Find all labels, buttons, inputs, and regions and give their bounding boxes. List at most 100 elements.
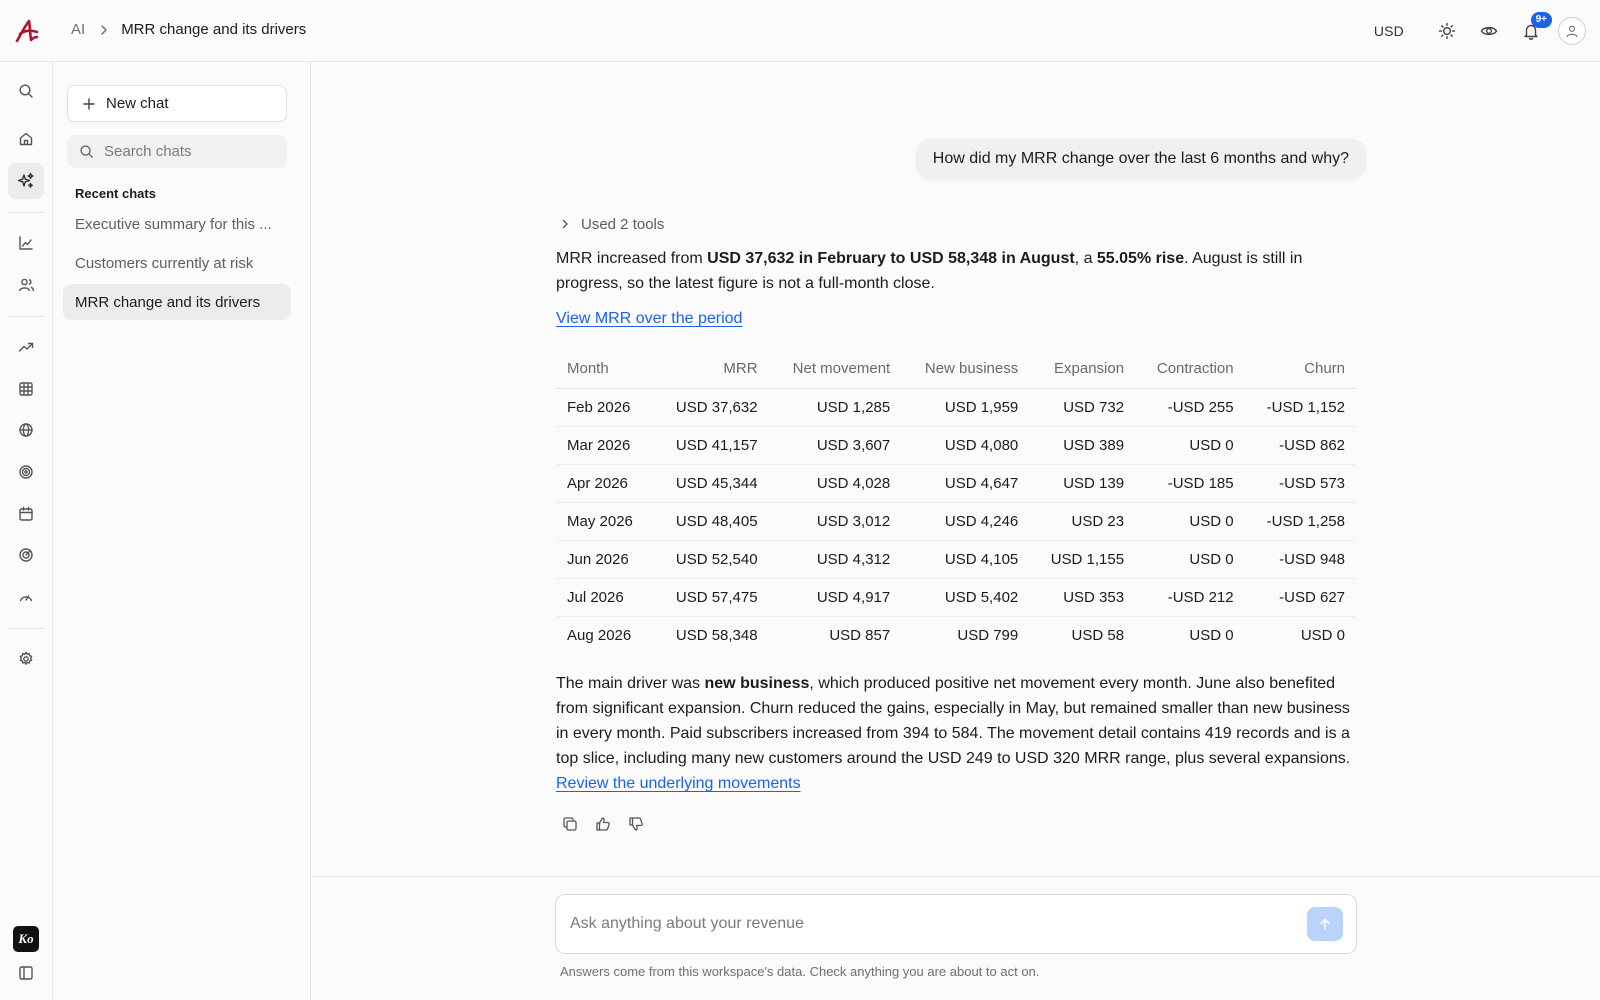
table-cell: USD 857	[829, 626, 891, 644]
search-chats[interactable]	[67, 135, 287, 168]
table-cell: -USD 1,258	[1244, 502, 1356, 541]
app-logo-icon[interactable]	[14, 18, 40, 44]
table-cell: USD 5,402	[901, 578, 1030, 617]
table-icon[interactable]	[8, 371, 44, 407]
table-cell: Jul 2026	[556, 578, 654, 617]
table-row: Aug 2026 USD 58,348 USD 857 USD 799 USD 58 US…	[556, 616, 1356, 654]
table-cell: Aug 2026	[567, 626, 632, 644]
column-header: New business	[901, 350, 1030, 389]
table-cell: USD 353	[1029, 578, 1136, 617]
summary-bold: USD 37,632 in February to USD 58,348 in …	[707, 250, 1075, 267]
search-icon[interactable]	[8, 73, 44, 109]
table-cell: USD 4,647	[901, 464, 1030, 503]
table-cell: Apr 2026	[556, 464, 654, 503]
notification-badge: 9+	[1530, 12, 1552, 28]
copy-icon[interactable]	[562, 812, 595, 836]
new-chat-button[interactable]: New chat	[67, 85, 287, 122]
view-mrr-link[interactable]: View MRR over the period	[556, 310, 742, 327]
table-cell: -USD 212	[1135, 578, 1245, 617]
bell-icon[interactable]: 9+	[1514, 12, 1552, 48]
table-cell: USD 4,312	[768, 540, 902, 579]
chevron-right-icon	[562, 219, 568, 229]
chat-sidebar: New chat Recent chats Executive summary …	[53, 62, 311, 1000]
table-cell: USD 799	[957, 626, 1019, 644]
icon-rail: Ko	[0, 62, 53, 1000]
radar-icon[interactable]	[8, 537, 44, 573]
drivers-bold: new business	[704, 675, 810, 692]
breadcrumb-root[interactable]: AI	[71, 21, 85, 38]
table-cell: USD 58,348	[675, 626, 758, 644]
plus-icon	[83, 97, 95, 110]
table-cell: Jun 2026	[556, 540, 654, 579]
column-header: MRR	[653, 350, 769, 389]
table-cell: USD 41,157	[653, 426, 769, 465]
message-input[interactable]	[570, 915, 1307, 933]
chevron-right-icon	[97, 23, 111, 37]
send-button[interactable]	[1307, 907, 1343, 941]
table-cell: Mar 2026	[556, 426, 654, 465]
column-header: Net movement	[768, 350, 902, 389]
trend-icon[interactable]	[8, 329, 44, 365]
disclaimer: Answers come from this workspace's data.…	[560, 964, 1040, 979]
gauge-icon[interactable]	[8, 579, 44, 615]
currency-selector[interactable]: USD	[1374, 23, 1404, 39]
summary-paragraph: MRR increased from USD 37,632 in Februar…	[556, 246, 1356, 296]
table-cell: -USD 1,152	[1244, 388, 1356, 427]
ai-sparkle-icon[interactable]	[8, 163, 44, 199]
new-chat-label: New chat	[106, 95, 169, 112]
table-row: Feb 2026 USD 37,632 USD 1,285 USD 1,959 USD …	[556, 388, 1356, 427]
table-cell: USD 0	[1135, 426, 1245, 465]
target-icon[interactable]	[8, 454, 44, 490]
chart-icon[interactable]	[8, 225, 44, 261]
user-message: How did my MRR change over the last 6 mo…	[915, 139, 1366, 179]
table-cell: USD 4,246	[901, 502, 1030, 541]
table-cell: USD 1,959	[901, 388, 1030, 427]
thumbs-up-icon[interactable]	[595, 812, 628, 836]
table-row: Jun 2026 USD 52,540 USD 4,312 USD 4,105 USD …	[556, 540, 1356, 579]
eye-icon[interactable]	[1472, 14, 1506, 48]
table-cell: USD 4,917	[768, 578, 902, 617]
ko-logo-icon[interactable]: Ko	[13, 926, 39, 952]
table-cell: USD 58	[1071, 626, 1125, 644]
sidebar-toggle-icon[interactable]	[8, 955, 44, 991]
summary-text: MRR increased from	[556, 250, 708, 267]
table-cell: -USD 627	[1244, 578, 1356, 617]
assistant-answer: Used 2 tools MRR increased from USD 37,6…	[556, 212, 1356, 836]
mrr-table: Month MRR Net movement New business Expansio…	[556, 350, 1356, 654]
table-cell: USD 1,155	[1029, 540, 1136, 579]
avatar[interactable]	[1558, 17, 1586, 45]
table-cell: USD 732	[1029, 388, 1136, 427]
composer-divider	[311, 876, 1600, 877]
table-cell: USD 139	[1029, 464, 1136, 503]
feedback-actions	[562, 812, 1356, 836]
review-movements-link[interactable]: Review the underlying movements	[556, 775, 801, 792]
home-icon[interactable]	[8, 121, 44, 157]
globe-icon[interactable]	[8, 412, 44, 448]
thumbs-down-icon[interactable]	[628, 812, 661, 836]
summary-text: , a	[1074, 250, 1097, 267]
users-icon[interactable]	[8, 267, 44, 303]
table-cell: -USD 948	[1244, 540, 1356, 579]
table-cell: USD 4,105	[901, 540, 1030, 579]
calendar-icon[interactable]	[8, 496, 44, 532]
table-cell: USD 4,028	[768, 464, 902, 503]
search-chats-input[interactable]	[104, 143, 274, 160]
arrow-up-icon	[1320, 918, 1330, 930]
search-icon	[80, 145, 93, 158]
table-cell: USD 0	[1135, 540, 1245, 579]
table-cell: USD 45,344	[653, 464, 769, 503]
settings-icon[interactable]	[8, 641, 44, 677]
breadcrumb-current: MRR change and its drivers	[121, 21, 307, 38]
recent-chat-item-active[interactable]: MRR change and its drivers	[63, 284, 291, 320]
top-bar: AI MRR change and its drivers USD 9+	[0, 0, 1600, 62]
recent-chat-item[interactable]: Executive summary for this ...	[63, 206, 291, 242]
table-cell: USD 48,405	[653, 502, 769, 541]
drivers-paragraph: The main driver was new business, which …	[556, 671, 1356, 796]
recent-chats-heading: Recent chats	[75, 186, 156, 201]
table-cell: USD 23	[1029, 502, 1136, 541]
table-cell: USD 3,012	[768, 502, 902, 541]
used-tools-toggle[interactable]: Used 2 tools	[556, 212, 1356, 236]
recent-chat-item[interactable]: Customers currently at risk	[63, 245, 291, 281]
table-cell: -USD 862	[1244, 426, 1356, 465]
sun-icon[interactable]	[1430, 14, 1464, 48]
